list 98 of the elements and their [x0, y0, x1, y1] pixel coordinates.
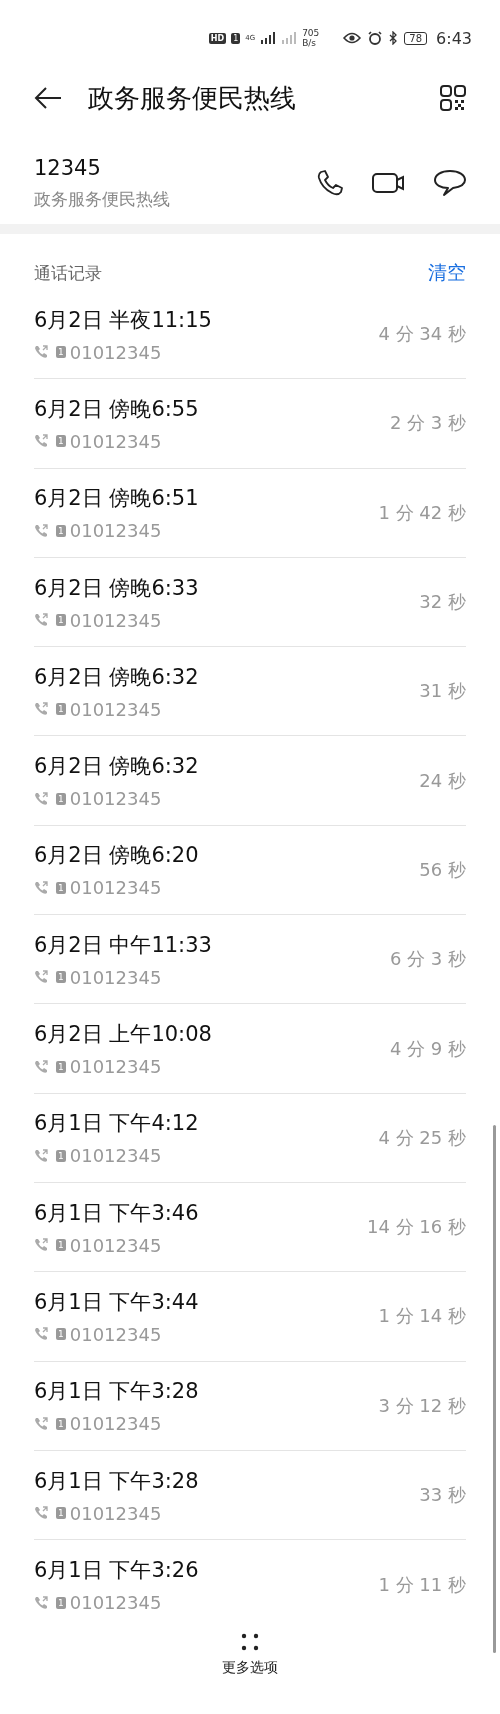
contact-name: 政务服务便民热线	[34, 187, 171, 211]
phone-number: 01012345	[69, 966, 162, 988]
sim-badge: 1	[56, 346, 66, 359]
call-duration: 56 秒	[419, 857, 466, 882]
call-time: 6月1日 下午4:12	[34, 1110, 200, 1138]
clear-button[interactable]: 清空	[428, 260, 466, 286]
signal-icon	[281, 32, 298, 44]
outgoing-call-icon	[34, 1059, 48, 1074]
phone-number: 01012345	[69, 1145, 162, 1167]
call-duration: 6 分 3 秒	[389, 947, 466, 972]
call-time: 6月2日 傍晚6:32	[34, 663, 200, 691]
video-call-icon[interactable]	[372, 171, 406, 195]
more-icon	[241, 1633, 259, 1652]
call-duration: 1 分 14 秒	[378, 1304, 466, 1329]
contact-number: 12345	[34, 155, 102, 180]
phone-number: 01012345	[69, 520, 162, 542]
sim-badge: 1	[56, 1507, 66, 1519]
outgoing-call-icon	[34, 1595, 48, 1610]
phone-icon[interactable]	[316, 169, 344, 197]
outgoing-call-icon	[34, 880, 48, 895]
outgoing-call-icon	[34, 434, 48, 449]
hd-badge: HD	[208, 32, 227, 44]
call-duration: 4 分 9 秒	[389, 1036, 466, 1061]
call-time: 6月2日 中午11:33	[34, 931, 213, 959]
speed-unit: B/s	[302, 38, 318, 48]
call-time: 6月2日 半夜11:15	[34, 306, 213, 334]
battery-indicator: 78	[404, 31, 428, 45]
call-duration: 1 分 11 秒	[378, 1572, 466, 1597]
back-icon[interactable]	[34, 86, 62, 110]
outgoing-call-icon	[34, 1148, 48, 1163]
phone-number: 01012345	[69, 1056, 162, 1077]
call-duration: 4 分 34 秒	[378, 322, 466, 347]
call-duration: 3 分 12 秒	[378, 1393, 466, 1418]
bluetooth-icon	[389, 31, 399, 45]
qr-code-icon[interactable]	[440, 85, 466, 111]
phone-number: 01012345	[69, 1592, 162, 1614]
sim-badge: 1	[56, 524, 66, 537]
call-time: 6月1日 下午3:26	[34, 1557, 200, 1585]
phone-number: 01012345	[69, 698, 162, 720]
outgoing-call-icon	[34, 613, 48, 628]
call-time: 6月2日 傍晚6:20	[34, 842, 200, 870]
outgoing-call-icon	[34, 1506, 48, 1520]
call-duration: 2 分 3 秒	[389, 411, 466, 436]
call-duration: 24 秒	[419, 768, 466, 793]
call-duration: 4 分 25 秒	[378, 1125, 466, 1150]
call-duration: 1 分 42 秒	[378, 500, 466, 525]
sim-badge: 1	[56, 435, 66, 448]
section-title: 通话记录	[34, 261, 102, 285]
call-duration: 31 秒	[419, 679, 466, 704]
sim-badge: 1	[56, 1060, 66, 1073]
phone-number: 01012345	[69, 1323, 162, 1345]
sim-badge: 1	[56, 614, 66, 627]
outgoing-call-icon	[34, 523, 48, 538]
signal-icon	[260, 32, 277, 44]
phone-number: 01012345	[69, 430, 162, 452]
outgoing-call-icon	[34, 702, 48, 717]
page-title: 政务服务便民热线	[88, 81, 297, 115]
sim-badge: 1	[56, 1417, 66, 1430]
call-time: 6月1日 下午3:46	[34, 1199, 200, 1227]
more-options-button[interactable]: 更多选项	[214, 1629, 286, 1682]
outgoing-call-icon	[34, 1416, 48, 1431]
call-time: 6月2日 上午10:08	[34, 1021, 213, 1048]
sim-badge: 1	[56, 1239, 66, 1252]
call-time: 6月2日 傍晚6:33	[34, 574, 200, 602]
sim-badge: 1	[56, 792, 66, 805]
phone-number: 01012345	[69, 1502, 162, 1524]
call-time: 6月2日 傍晚6:51	[34, 485, 200, 513]
call-duration: 14 分 16 秒	[367, 1215, 466, 1240]
sim-badge: 1	[231, 32, 241, 44]
sim-badge: 1	[56, 971, 66, 984]
outgoing-call-icon	[34, 970, 48, 985]
phone-number: 01012345	[69, 1413, 162, 1435]
call-time: 6月2日 傍晚6:55	[34, 395, 200, 423]
call-time: 6月1日 下午3:28	[34, 1467, 200, 1495]
message-icon[interactable]	[434, 169, 466, 197]
call-time: 6月1日 下午3:28	[34, 1378, 200, 1406]
call-duration: 33 秒	[419, 1483, 466, 1507]
sim-badge: 1	[56, 881, 66, 894]
phone-number: 01012345	[69, 788, 162, 810]
outgoing-call-icon	[34, 1327, 48, 1342]
sim-badge: 1	[56, 703, 66, 716]
outgoing-call-icon	[34, 345, 48, 360]
phone-number: 01012345	[69, 1234, 162, 1256]
clock: 6:43	[436, 28, 472, 48]
eye-icon	[343, 32, 362, 44]
outgoing-call-icon	[34, 791, 48, 806]
phone-number: 01012345	[69, 341, 162, 363]
call-duration: 32 秒	[419, 590, 466, 615]
sim-badge: 1	[56, 1596, 66, 1609]
outgoing-call-icon	[34, 1238, 48, 1253]
phone-number: 01012345	[69, 877, 162, 899]
call-time: 6月2日 傍晚6:32	[34, 753, 200, 781]
sim-badge: 1	[56, 1328, 66, 1341]
call-time: 6月1日 下午3:44	[34, 1288, 200, 1316]
alarm-icon	[368, 31, 383, 45]
sim-badge: 1	[56, 1149, 66, 1162]
phone-number: 01012345	[69, 609, 162, 631]
speed-value: 705	[302, 28, 320, 38]
